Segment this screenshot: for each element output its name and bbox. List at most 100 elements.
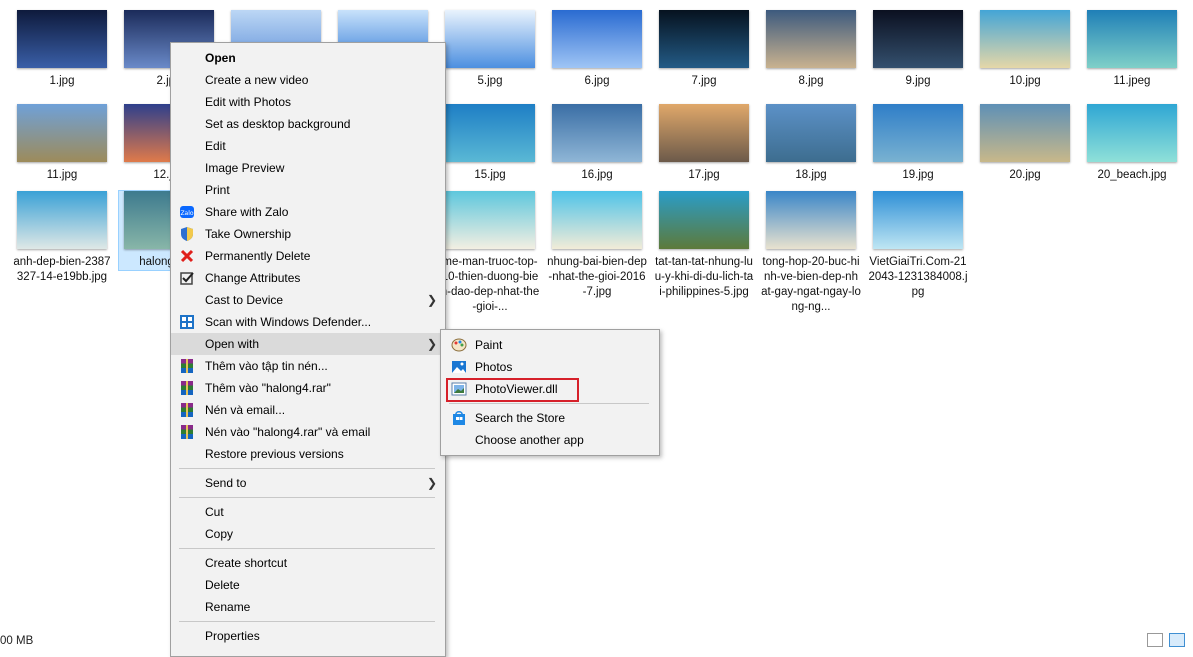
menu-item-label: Paint: [475, 338, 503, 352]
checkbox-icon: [179, 270, 195, 286]
file-thumbnail: [766, 10, 856, 68]
file-tile-8-jpg[interactable]: 8.jpg: [761, 10, 861, 89]
file-tile-11-jpeg[interactable]: 11.jpeg: [1082, 10, 1182, 89]
highlight-box: [446, 378, 579, 402]
menu-separator: [449, 403, 649, 404]
menu-separator: [179, 621, 435, 622]
menu-item-edit[interactable]: Edit: [171, 135, 445, 157]
menu-item-label: Cast to Device: [205, 293, 284, 307]
file-thumbnail: [659, 10, 749, 68]
menu-item-label: Permanently Delete: [205, 249, 311, 263]
menu-item-set-as-desktop-background[interactable]: Set as desktop background: [171, 113, 445, 135]
menu-item-label: Restore previous versions: [205, 447, 344, 461]
file-tile-16-jpg[interactable]: 16.jpg: [547, 104, 647, 183]
menu-item-scan-with-windows-defender[interactable]: Scan with Windows Defender...: [171, 311, 445, 333]
file-tile-20-beach-jpg[interactable]: 20_beach.jpg: [1082, 104, 1182, 183]
menu-item-paint[interactable]: Paint: [441, 334, 659, 356]
menu-item-image-preview[interactable]: Image Preview: [171, 157, 445, 179]
menu-item-create-shortcut[interactable]: Create shortcut: [171, 552, 445, 574]
file-tile-9-jpg[interactable]: 9.jpg: [868, 10, 968, 89]
file-thumbnail: [766, 191, 856, 249]
menu-item-label: Delete: [205, 578, 240, 592]
file-tile-18-jpg[interactable]: 18.jpg: [761, 104, 861, 183]
file-tile-11-jpg[interactable]: 11.jpg: [12, 104, 112, 183]
menu-item-share-with-zalo[interactable]: Zalo Share with Zalo: [171, 201, 445, 223]
file-thumbnail: [552, 10, 642, 68]
file-tile-anh-dep-bien-2387327-14-e19bb-jpg[interactable]: anh-dep-bien-2387327-14-e19bb.jpg: [12, 191, 112, 285]
menu-item-cut[interactable]: Cut: [171, 501, 445, 523]
file-name: 20_beach.jpg: [1097, 169, 1167, 181]
file-thumbnail: [445, 10, 535, 68]
file-tile-20-jpg[interactable]: 20.jpg: [975, 104, 1075, 183]
menu-item-label: Share with Zalo: [205, 205, 289, 219]
file-tile-5-jpg[interactable]: 5.jpg: [440, 10, 540, 89]
menu-item-label: Search the Store: [475, 411, 566, 425]
menu-item-label: Choose another app: [475, 433, 584, 447]
menu-item-edit-with-photos[interactable]: Edit with Photos: [171, 91, 445, 113]
file-name: anh-dep-bien-2387327-14-e19bb.jpg: [13, 256, 111, 283]
file-thumbnail: [445, 191, 535, 249]
file-tile-me-man-truoc-top-10-thien-duong-bien-dao[interactable]: me-man-truoc-top-10-thien-duong-bien-dao…: [440, 191, 540, 315]
menu-item-take-ownership[interactable]: Take Ownership: [171, 223, 445, 245]
photos-icon: [451, 359, 467, 375]
menu-item-properties[interactable]: Properties: [171, 625, 445, 647]
menu-item-th-m-v-o-t-p-tin-n-n[interactable]: Thêm vào tập tin nén...: [171, 355, 445, 377]
menu-item-choose-another-app[interactable]: Choose another app: [441, 429, 659, 451]
menu-item-label: Open with: [205, 337, 260, 351]
file-tile-tong-hop-20-buc-hinh-ve-bien-dep-nhat-ga[interactable]: tong-hop-20-buc-hinh-ve-bien-dep-nhat-ga…: [761, 191, 861, 315]
menu-item-label: Print: [205, 183, 230, 197]
menu-item-print[interactable]: Print: [171, 179, 445, 201]
file-tile-6-jpg[interactable]: 6.jpg: [547, 10, 647, 89]
menu-item-rename[interactable]: Rename: [171, 596, 445, 618]
winrar-icon: [179, 424, 195, 440]
details-view-button[interactable]: [1147, 633, 1163, 647]
file-thumbnail: [1087, 10, 1177, 68]
menu-item-label: Open: [205, 51, 236, 65]
menu-item-open[interactable]: Open: [171, 47, 445, 69]
menu-item-label: Cut: [205, 505, 224, 519]
file-thumbnail: [873, 104, 963, 162]
file-tile-10-jpg[interactable]: 10.jpg: [975, 10, 1075, 89]
file-thumbnail: [552, 191, 642, 249]
file-tile-17-jpg[interactable]: 17.jpg: [654, 104, 754, 183]
file-tile-nhung-bai-bien-dep-nhat-the-gioi-2016-7-[interactable]: nhung-bai-bien-dep-nhat-the-gioi-2016-7.…: [547, 191, 647, 300]
view-switcher: [1147, 633, 1185, 647]
menu-item-restore-previous-versions[interactable]: Restore previous versions: [171, 443, 445, 465]
file-tile-tat-tan-tat-nhung-luu-y-khi-di-du-lich-t[interactable]: tat-tan-tat-nhung-luu-y-khi-di-du-lich-t…: [654, 191, 754, 300]
file-name: 1.jpg: [49, 75, 75, 87]
file-tile-15-jpg[interactable]: 15.jpg: [440, 104, 540, 183]
menu-item-open-with[interactable]: Open with ❯: [171, 333, 445, 355]
menu-item-th-m-v-o-halong4-rar[interactable]: Thêm vào "halong4.rar": [171, 377, 445, 399]
menu-item-permanently-delete[interactable]: Permanently Delete: [171, 245, 445, 267]
file-name: 6.jpg: [584, 75, 610, 87]
menu-separator: [179, 497, 435, 498]
file-name: tong-hop-20-buc-hinh-ve-bien-dep-nhat-ga…: [761, 256, 861, 313]
file-tile-7-jpg[interactable]: 7.jpg: [654, 10, 754, 89]
file-tile-19-jpg[interactable]: 19.jpg: [868, 104, 968, 183]
menu-item-cast-to-device[interactable]: Cast to Device ❯: [171, 289, 445, 311]
menu-item-send-to[interactable]: Send to ❯: [171, 472, 445, 494]
menu-item-copy[interactable]: Copy: [171, 523, 445, 545]
red-x-icon: [179, 248, 195, 264]
winrar-icon: [179, 402, 195, 418]
file-thumbnail: [17, 10, 107, 68]
file-thumbnail: [980, 104, 1070, 162]
file-name: 20.jpg: [1009, 169, 1041, 181]
file-name: me-man-truoc-top-10-thien-duong-bien-dao…: [440, 256, 540, 313]
winrar-icon: [179, 380, 195, 396]
menu-item-change-attributes[interactable]: Change Attributes: [171, 267, 445, 289]
menu-item-n-n-v-email[interactable]: Nén và email...: [171, 399, 445, 421]
menu-item-n-n-v-o-halong4-rar-v-email[interactable]: Nén vào "halong4.rar" và email: [171, 421, 445, 443]
menu-item-delete[interactable]: Delete: [171, 574, 445, 596]
menu-item-label: Image Preview: [205, 161, 285, 175]
zalo-icon: Zalo: [179, 204, 195, 220]
file-tile-1-jpg[interactable]: 1.jpg: [12, 10, 112, 89]
menu-item-photos[interactable]: Photos: [441, 356, 659, 378]
menu-item-search-the-store[interactable]: Search the Store: [441, 407, 659, 429]
menu-item-photoviewer-dll[interactable]: PhotoViewer.dll: [441, 378, 659, 402]
large-icons-view-button[interactable]: [1169, 633, 1185, 647]
open-with-submenu: Paint Photos PhotoViewer.dll Search the Sto…: [440, 329, 660, 456]
file-tile-vietgiaitri-com-212043-1231384008-jpg[interactable]: VietGiaiTri.Com-212043-1231384008.jpg: [868, 191, 968, 300]
menu-item-create-a-new-video[interactable]: Create a new video: [171, 69, 445, 91]
file-thumbnail: [873, 10, 963, 68]
